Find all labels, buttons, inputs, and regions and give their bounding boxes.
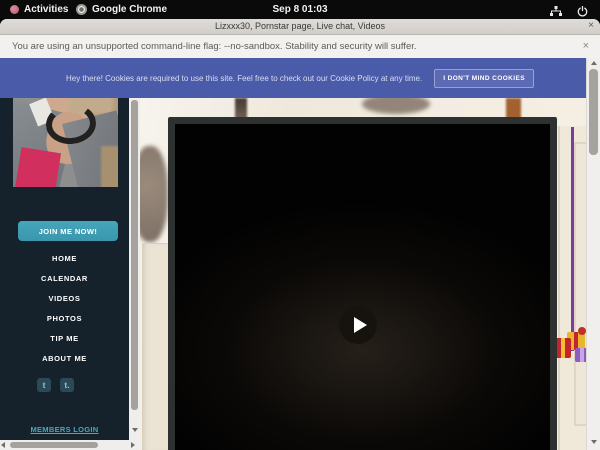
scroll-right-icon[interactable]: [131, 442, 135, 448]
clock[interactable]: Sep 8 01:03: [0, 4, 600, 15]
page-title: Lizxxx30, Pornstar page, Live chat, Vide…: [0, 21, 600, 31]
sidebar-item-videos[interactable]: VIDEOS: [0, 288, 129, 308]
warning-close-icon[interactable]: ×: [583, 40, 589, 52]
scroll-down-icon[interactable]: [131, 428, 138, 432]
video-player[interactable]: [168, 117, 557, 450]
video-surface[interactable]: [175, 124, 550, 450]
profile-photo: [13, 98, 118, 187]
sidebar-item-about-me[interactable]: ABOUT ME: [0, 348, 129, 368]
scroll-up-icon[interactable]: [590, 61, 598, 65]
page-background: [140, 98, 586, 450]
browser-window: Lizxxx30, Pornstar page, Live chat, Vide…: [0, 19, 600, 450]
accept-cookies-button[interactable]: I DON'T MIND COOKIES: [434, 69, 534, 88]
gift-icon: [555, 338, 571, 358]
sidebar-item-calendar[interactable]: CALENDAR: [0, 268, 129, 288]
members-login-link[interactable]: MEMBERS LOGIN: [0, 425, 129, 434]
background-door: [142, 243, 169, 450]
window-close-icon[interactable]: ×: [588, 20, 594, 31]
background-detail: [140, 146, 168, 242]
play-button[interactable]: [339, 306, 377, 344]
sidebar-item-tip-me[interactable]: TIP ME: [0, 328, 129, 348]
page-vertical-scrollbar[interactable]: [586, 58, 600, 450]
join-me-now-button[interactable]: JOIN ME NOW!: [18, 221, 118, 241]
tumblr-icon[interactable]: t.: [60, 378, 74, 392]
sidebar: JOIN ME NOW! HOME CALENDAR VIDEOS PHOTOS…: [0, 98, 129, 450]
window-title-bar[interactable]: Lizxxx30, Pornstar page, Live chat, Vide…: [0, 19, 600, 35]
background-detail: [362, 98, 430, 114]
scrollbar-thumb[interactable]: [131, 100, 138, 410]
background-door-panel: [574, 142, 586, 426]
gift-icon: [575, 348, 586, 362]
scroll-left-icon[interactable]: [1, 442, 5, 448]
scroll-down-icon[interactable]: [590, 440, 598, 444]
warning-text: You are using an unsupported command-lin…: [12, 41, 417, 52]
cookie-banner: Hey there! Cookies are required to use t…: [0, 58, 600, 98]
scrollbar-thumb[interactable]: [10, 442, 98, 448]
power-icon[interactable]: [577, 4, 588, 22]
background-purple-edge: [571, 127, 574, 351]
scrollbar-thumb[interactable]: [589, 69, 598, 155]
network-icon[interactable]: [550, 4, 562, 22]
ornament-icon: [578, 327, 586, 335]
warning-infobar: You are using an unsupported command-lin…: [0, 35, 600, 59]
gnome-top-bar: Activities Google Chrome Sep 8 01:03: [0, 0, 600, 19]
sidebar-vertical-scrollbar[interactable]: [129, 98, 140, 440]
twitter-icon[interactable]: t: [37, 378, 51, 392]
cookie-message: Hey there! Cookies are required to use t…: [66, 74, 422, 83]
play-icon: [354, 317, 367, 333]
sidebar-item-home[interactable]: HOME: [0, 248, 129, 268]
sidebar-item-photos[interactable]: PHOTOS: [0, 308, 129, 328]
sidebar-horizontal-scrollbar[interactable]: [0, 440, 140, 450]
